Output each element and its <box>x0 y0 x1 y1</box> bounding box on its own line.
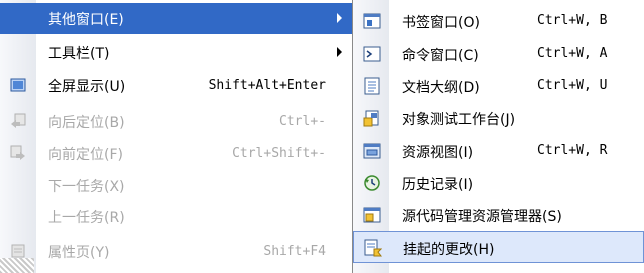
pending-changes-icon <box>364 239 383 257</box>
submenu-item-source-control-explorer[interactable]: 源代码管理资源管理器(S) <box>353 199 644 230</box>
object-test-bench-icon <box>363 109 381 127</box>
menu-item-previous-task[interactable]: 上一任务(R) <box>0 201 352 232</box>
resource-view-icon <box>363 142 381 160</box>
submenu-item-label: 书签窗口(O) <box>402 15 480 31</box>
shortcut-label: Ctrl+W, R <box>537 143 608 158</box>
menu-item-navigate-forward[interactable]: 向前定位(F) Ctrl+Shift+- <box>0 138 352 169</box>
source-control-explorer-icon <box>363 206 381 224</box>
submenu-arrow-icon <box>337 47 342 57</box>
shortcut-label: Ctrl+- <box>279 114 326 129</box>
menu-item-label: 上一任务(R) <box>48 210 125 226</box>
menu-item-full-screen[interactable]: 全屏显示(U) Shift+Alt+Enter <box>0 70 352 101</box>
other-windows-submenu: 书签窗口(O) Ctrl+W, B 命令窗口(C) Ctrl+W, A 文档大纲… <box>352 0 644 273</box>
submenu-item-history[interactable]: 历史记录(I) <box>353 167 644 198</box>
submenu-item-label: 文档大纲(D) <box>402 80 480 96</box>
fullscreen-icon <box>10 77 26 93</box>
menu-item-label: 其他窗口(E) <box>48 12 124 28</box>
menu-item-label: 属性页(Y) <box>48 245 110 261</box>
command-window-icon <box>363 45 381 63</box>
menu-item-other-windows[interactable]: 其他窗口(E) <box>0 3 352 34</box>
submenu-item-resource-view[interactable]: 资源视图(I) Ctrl+W, R <box>353 135 644 166</box>
submenu-item-label: 资源视图(I) <box>402 145 474 161</box>
menu-item-label: 向前定位(F) <box>48 147 123 163</box>
menu-item-toolbars[interactable]: 工具栏(T) <box>0 37 352 68</box>
shortcut-label: Ctrl+W, B <box>537 13 608 28</box>
bookmark-window-icon <box>363 12 381 30</box>
history-icon <box>363 174 381 192</box>
submenu-arrow-icon <box>337 13 342 23</box>
menu-item-next-task[interactable]: 下一任务(X) <box>0 170 352 201</box>
shortcut-label: Ctrl+Shift+- <box>232 146 326 161</box>
document-outline-icon <box>363 77 381 95</box>
submenu-item-document-outline[interactable]: 文档大纲(D) Ctrl+W, U <box>353 70 644 101</box>
submenu-item-command-window[interactable]: 命令窗口(C) Ctrl+W, A <box>353 38 644 69</box>
navigate-forward-icon <box>10 145 26 161</box>
shortcut-label: Shift+F4 <box>263 244 326 259</box>
property-pages-icon <box>10 243 26 259</box>
menu-item-property-pages[interactable]: 属性页(Y) Shift+F4 <box>0 236 352 267</box>
view-menu: 其他窗口(E) 工具栏(T) 全屏显示(U) Shift+Alt+Enter 向… <box>0 0 353 273</box>
menu-item-label: 全屏显示(U) <box>48 79 126 95</box>
menu-item-navigate-backward[interactable]: 向后定位(B) Ctrl+- <box>0 106 352 137</box>
menu-item-label: 向后定位(B) <box>48 115 125 131</box>
submenu-item-label: 源代码管理资源管理器(S) <box>402 209 562 225</box>
shortcut-label: Ctrl+W, A <box>537 46 608 61</box>
resize-grip <box>0 258 34 273</box>
shortcut-label: Shift+Alt+Enter <box>208 78 326 93</box>
shortcut-label: Ctrl+W, U <box>537 78 608 93</box>
menu-item-label: 工具栏(T) <box>48 46 110 62</box>
submenu-item-bookmark-window[interactable]: 书签窗口(O) Ctrl+W, B <box>353 5 644 36</box>
submenu-item-label: 历史记录(I) <box>402 177 474 193</box>
submenu-item-object-test-bench[interactable]: 对象测试工作台(J) <box>353 102 644 133</box>
submenu-item-label: 挂起的更改(H) <box>403 242 495 258</box>
menu-item-label: 下一任务(X) <box>48 179 125 195</box>
submenu-item-label: 对象测试工作台(J) <box>402 112 516 128</box>
submenu-item-pending-changes[interactable]: 挂起的更改(H) <box>353 231 644 263</box>
submenu-item-label: 命令窗口(C) <box>402 48 479 64</box>
navigate-backward-icon <box>10 113 26 129</box>
